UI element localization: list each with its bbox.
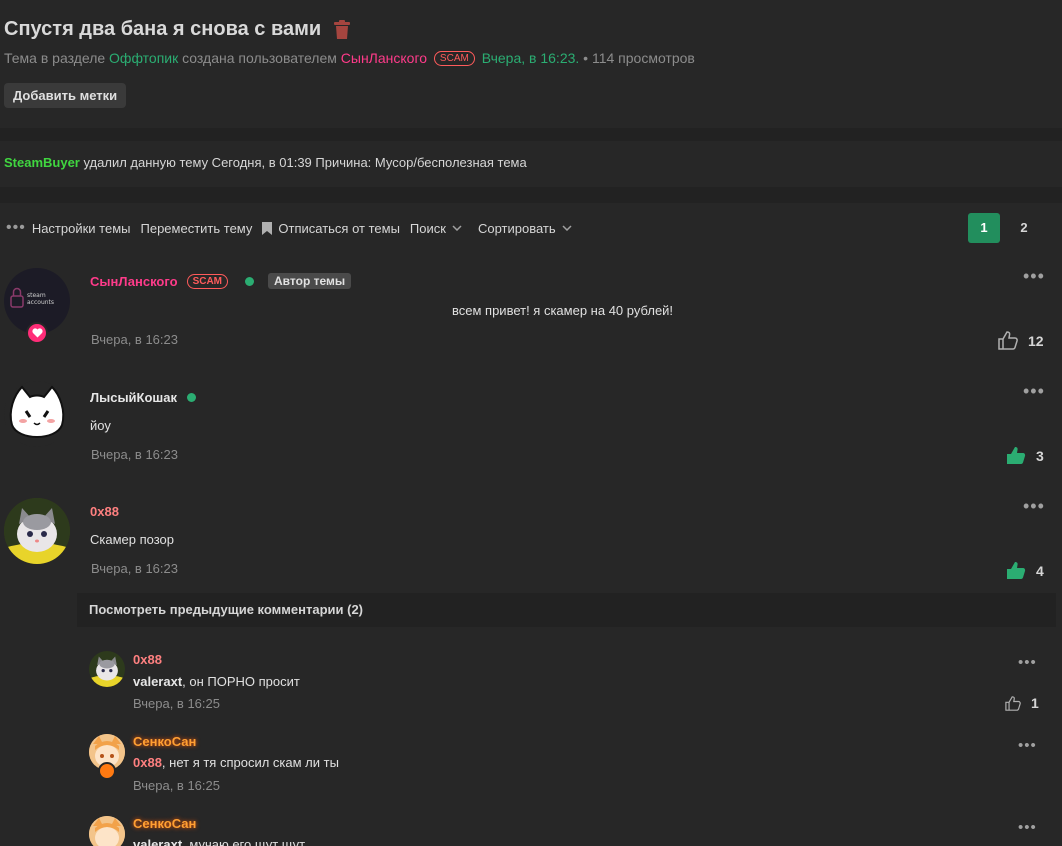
post-username: СынЛанского SCAM Автор темы bbox=[90, 273, 352, 289]
thread-title: Спустя два бана я снова с вами bbox=[4, 18, 351, 41]
avatar[interactable] bbox=[89, 816, 125, 846]
like-button[interactable]: 3 bbox=[1006, 446, 1044, 465]
post-menu-button[interactable]: ••• bbox=[1023, 497, 1045, 515]
anime-avatar-icon bbox=[89, 816, 125, 846]
comment-username: 0x88 bbox=[133, 652, 162, 667]
thumbs-up-icon bbox=[1007, 447, 1026, 464]
post-username: ЛысыйКошак bbox=[90, 390, 196, 405]
comment: СенкоСан 0x88, нет я тя спросил скам ли … bbox=[0, 727, 1062, 807]
kitten-avatar-icon bbox=[89, 656, 125, 687]
views-count: • 114 просмотров bbox=[583, 50, 695, 66]
unsubscribe-button[interactable]: Отписаться от темы bbox=[262, 221, 400, 236]
search-dropdown[interactable]: Поиск bbox=[410, 221, 462, 236]
comment-text: valeraxt, мучаю его щут щут bbox=[133, 837, 305, 846]
thumbs-up-icon bbox=[1005, 695, 1021, 711]
post-time[interactable]: Вчера, в 16:23 bbox=[91, 332, 178, 347]
thread-header: Спустя два бана я снова с вами Тема в ра… bbox=[0, 0, 1062, 128]
trash-icon bbox=[334, 19, 351, 39]
svg-text:steam: steam bbox=[27, 292, 46, 299]
scam-badge: SCAM bbox=[186, 273, 229, 289]
svg-text:accounts: accounts bbox=[27, 299, 54, 306]
online-indicator bbox=[245, 276, 255, 286]
scam-badge: SCAM bbox=[433, 51, 475, 66]
thread-toolbar: ••• Настройки темы Переместить тему Отпи… bbox=[0, 203, 1062, 253]
view-previous-comments-button[interactable]: Посмотреть предыдущие комментарии (2) bbox=[77, 593, 1056, 627]
move-thread-button[interactable]: Переместить тему bbox=[141, 221, 253, 236]
chevron-down-icon bbox=[452, 225, 462, 231]
mention-link[interactable]: valeraxt bbox=[133, 674, 182, 689]
avatar[interactable] bbox=[4, 381, 70, 447]
thumbs-up-icon bbox=[1007, 562, 1026, 579]
divider bbox=[0, 128, 1062, 141]
mention-link[interactable]: 0x88 bbox=[133, 755, 162, 770]
like-button[interactable]: 12 bbox=[998, 331, 1044, 350]
comment-text: valeraxt, он ПОРНО просит bbox=[133, 674, 300, 689]
author-badge: Автор темы bbox=[268, 273, 352, 289]
online-indicator bbox=[187, 393, 196, 402]
post: steam accounts СынЛанского SCAM Автор те… bbox=[0, 253, 1062, 368]
thread-settings-button[interactable]: ••• Настройки темы bbox=[6, 219, 131, 237]
comment-menu-button[interactable]: ••• bbox=[1018, 655, 1037, 670]
post-menu-button[interactable]: ••• bbox=[1023, 267, 1045, 285]
page-2-button[interactable]: 2 bbox=[1008, 213, 1040, 243]
moderator-link[interactable]: SteamBuyer bbox=[4, 155, 80, 170]
more-dots-icon: ••• bbox=[6, 219, 26, 236]
comment-menu-button[interactable]: ••• bbox=[1018, 820, 1037, 835]
page-1-button[interactable]: 1 bbox=[968, 213, 1000, 243]
badge-icon bbox=[98, 762, 116, 780]
add-tags-button[interactable]: Добавить метки bbox=[4, 83, 127, 108]
cat-avatar-icon bbox=[9, 385, 65, 438]
post-username: 0x88 bbox=[90, 504, 119, 519]
comment: СенкоСан valeraxt, мучаю его щут щут ••• bbox=[0, 809, 1062, 846]
comment-menu-button[interactable]: ••• bbox=[1018, 738, 1037, 753]
like-button[interactable]: 1 bbox=[1005, 695, 1039, 711]
comment-username: СенкоСан bbox=[133, 734, 197, 749]
post-menu-button[interactable]: ••• bbox=[1023, 382, 1045, 400]
avatar[interactable] bbox=[4, 498, 70, 564]
avatar[interactable] bbox=[89, 651, 125, 687]
divider bbox=[0, 187, 1062, 203]
comment-username: СенкоСан bbox=[133, 816, 197, 831]
created-time[interactable]: Вчера, в 16:23. bbox=[482, 50, 580, 66]
comment: 0x88 valeraxt, он ПОРНО просит Вчера, в … bbox=[0, 644, 1062, 724]
kitten-avatar-icon bbox=[4, 498, 70, 564]
heart-icon bbox=[26, 322, 48, 344]
comment-time[interactable]: Вчера, в 16:25 bbox=[133, 696, 220, 711]
post-time[interactable]: Вчера, в 16:23 bbox=[91, 447, 178, 462]
pagination: 1 2 bbox=[968, 213, 1040, 243]
post: ЛысыйКошак йоу Вчера, в 16:23 ••• 3 bbox=[0, 368, 1062, 483]
deleted-notice: SteamBuyer удалил данную тему Сегодня, в… bbox=[0, 141, 1062, 187]
chevron-down-icon bbox=[562, 225, 572, 231]
comment-text: 0x88, нет я тя спросил скам ли ты bbox=[133, 755, 339, 770]
sort-dropdown[interactable]: Сортировать bbox=[478, 221, 572, 236]
section-link[interactable]: Оффтопик bbox=[109, 50, 178, 66]
post-text: Скамер позор bbox=[90, 532, 174, 547]
thumbs-up-icon bbox=[998, 331, 1018, 350]
mention-link[interactable]: valeraxt bbox=[133, 837, 182, 846]
post-time[interactable]: Вчера, в 16:23 bbox=[91, 561, 178, 576]
comment-time[interactable]: Вчера, в 16:25 bbox=[133, 778, 220, 793]
author-link[interactable]: СынЛанского bbox=[341, 50, 427, 66]
post-text: йоу bbox=[90, 418, 111, 433]
bookmark-icon bbox=[262, 221, 273, 235]
post: 0x88 Скамер позор Вчера, в 16:23 ••• 4 bbox=[0, 483, 1062, 593]
like-button[interactable]: 4 bbox=[1006, 561, 1044, 580]
post-text: всем привет! я скамер на 40 рублей! bbox=[452, 303, 674, 318]
thread-meta: Тема в разделе Оффтопик создана пользова… bbox=[4, 50, 695, 66]
